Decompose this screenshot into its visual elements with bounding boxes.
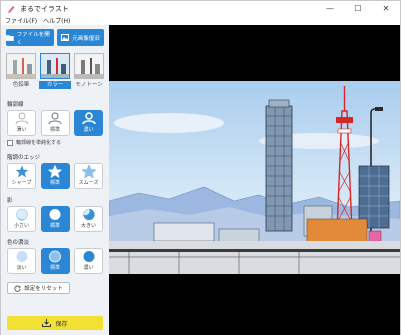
folder-icon [6, 35, 14, 41]
style-monotone[interactable]: モノトーン [73, 53, 105, 91]
edge-sharp-option[interactable]: シャープ [7, 163, 36, 189]
option-label: 標準 [49, 265, 60, 271]
illustration-preview [109, 81, 400, 274]
minimize-button[interactable]: — [316, 1, 344, 16]
circle-dark-icon [83, 251, 94, 262]
app-icon [7, 5, 15, 13]
close-button[interactable]: ✕ [372, 1, 400, 16]
simplify-outline-label: 輪郭線を単純化する [16, 140, 62, 146]
color-dark-option[interactable]: 濃い [74, 248, 103, 274]
style-label: 色鉛筆 [12, 82, 30, 88]
outline-heading: 輪郭線 [7, 102, 24, 108]
city-illustration-image [109, 81, 400, 274]
option-label: シャープ [11, 180, 32, 186]
style-label: カラー [39, 81, 71, 89]
save-button[interactable]: 保存 [7, 316, 103, 330]
option-label: 標準 [49, 180, 60, 186]
shadow-options: 小さい 標準 大きい [7, 206, 103, 232]
color-depth-heading: 色の濃淡 [7, 240, 30, 246]
outline-options: 薄い 標準 濃い [7, 110, 103, 136]
circle-light-icon [16, 251, 27, 262]
color-thumbnail [40, 53, 70, 79]
option-label: 濃い [83, 127, 94, 133]
menu-bar: ファイル(F) ヘルプ(H) [1, 16, 400, 25]
person-outline-thick-icon [81, 112, 96, 125]
menu-file[interactable]: ファイル(F) [5, 16, 37, 25]
style-color[interactable]: カラー [39, 53, 71, 91]
title-bar: まるでイラスト — ☐ ✕ [1, 1, 400, 16]
style-selector: 色鉛筆 カラー モノトーン [1, 53, 109, 91]
option-label: 大きい [80, 223, 96, 229]
open-file-label: ファイルを開く [16, 31, 50, 46]
window-controls: — ☐ ✕ [316, 1, 400, 16]
checkbox-box[interactable] [7, 139, 13, 146]
open-file-button[interactable]: ファイルを開く [6, 29, 54, 46]
shadow-heading: 影 [7, 198, 13, 204]
shadow-large-icon [82, 208, 95, 221]
option-label: スムーズ [78, 180, 99, 186]
edge-options: シャープ 標準 スムーズ [7, 163, 103, 189]
option-label: 標準 [49, 223, 60, 229]
reset-settings-label: 設定をリセット [24, 286, 63, 292]
style-label: モノトーン [75, 82, 103, 88]
outline-standard-option[interactable]: 標準 [40, 110, 70, 136]
monotone-thumbnail [74, 53, 104, 79]
star-sharp-icon [15, 165, 28, 178]
colored-pencil-thumbnail [6, 53, 36, 79]
shadow-small-option[interactable]: 小さい [7, 206, 36, 232]
color-light-option[interactable]: 淡い [7, 248, 36, 274]
reset-icon [14, 285, 21, 292]
color-depth-options: 淡い 標準 濃い [7, 248, 103, 274]
shadow-small-icon [15, 208, 28, 221]
edge-smooth-option[interactable]: スムーズ [74, 163, 103, 189]
save-label: 保存 [55, 320, 68, 328]
shadow-large-option[interactable]: 大きい [74, 206, 103, 232]
style-colored-pencil[interactable]: 色鉛筆 [5, 53, 37, 91]
shadow-standard-option[interactable]: 標準 [40, 206, 70, 232]
star-smooth-icon [81, 165, 96, 178]
edge-standard-option[interactable]: 標準 [40, 163, 70, 189]
menu-help[interactable]: ヘルプ(H) [43, 16, 70, 25]
person-outline-standard-icon [48, 112, 62, 125]
option-label: 淡い [16, 265, 27, 271]
option-label: 薄い [16, 127, 27, 133]
simplify-outline-checkbox[interactable]: 輪郭線を単純化する [7, 139, 61, 146]
reset-settings-button[interactable]: 設定をリセット [7, 282, 70, 294]
person-outline-thin-icon [15, 112, 28, 125]
option-label: 標準 [49, 127, 60, 133]
outline-thin-option[interactable]: 薄い [7, 110, 36, 136]
restore-original-label: 元画像復旧 [72, 35, 100, 42]
app-window: まるでイラスト — ☐ ✕ ファイル(F) ヘルプ(H) ファイルを開く 元画像… [0, 0, 401, 335]
download-icon [42, 319, 52, 327]
edge-heading: 階調のエッジ [7, 155, 41, 161]
image-icon [61, 34, 70, 41]
option-label: 小さい [13, 223, 29, 229]
window-title: まるでイラスト [20, 4, 69, 13]
star-standard-icon [48, 165, 62, 178]
settings-sidebar: ファイルを開く 元画像復旧 色鉛筆 カラー モノトーン 輪郭線 薄い 標準 濃い… [1, 25, 109, 335]
color-standard-option[interactable]: 標準 [40, 248, 70, 274]
shadow-standard-icon [49, 209, 61, 221]
restore-original-button[interactable]: 元画像復旧 [57, 29, 104, 46]
outline-thick-option[interactable]: 濃い [74, 110, 103, 136]
maximize-button[interactable]: ☐ [344, 1, 372, 16]
circle-standard-icon [49, 250, 61, 263]
option-label: 濃い [83, 265, 94, 271]
